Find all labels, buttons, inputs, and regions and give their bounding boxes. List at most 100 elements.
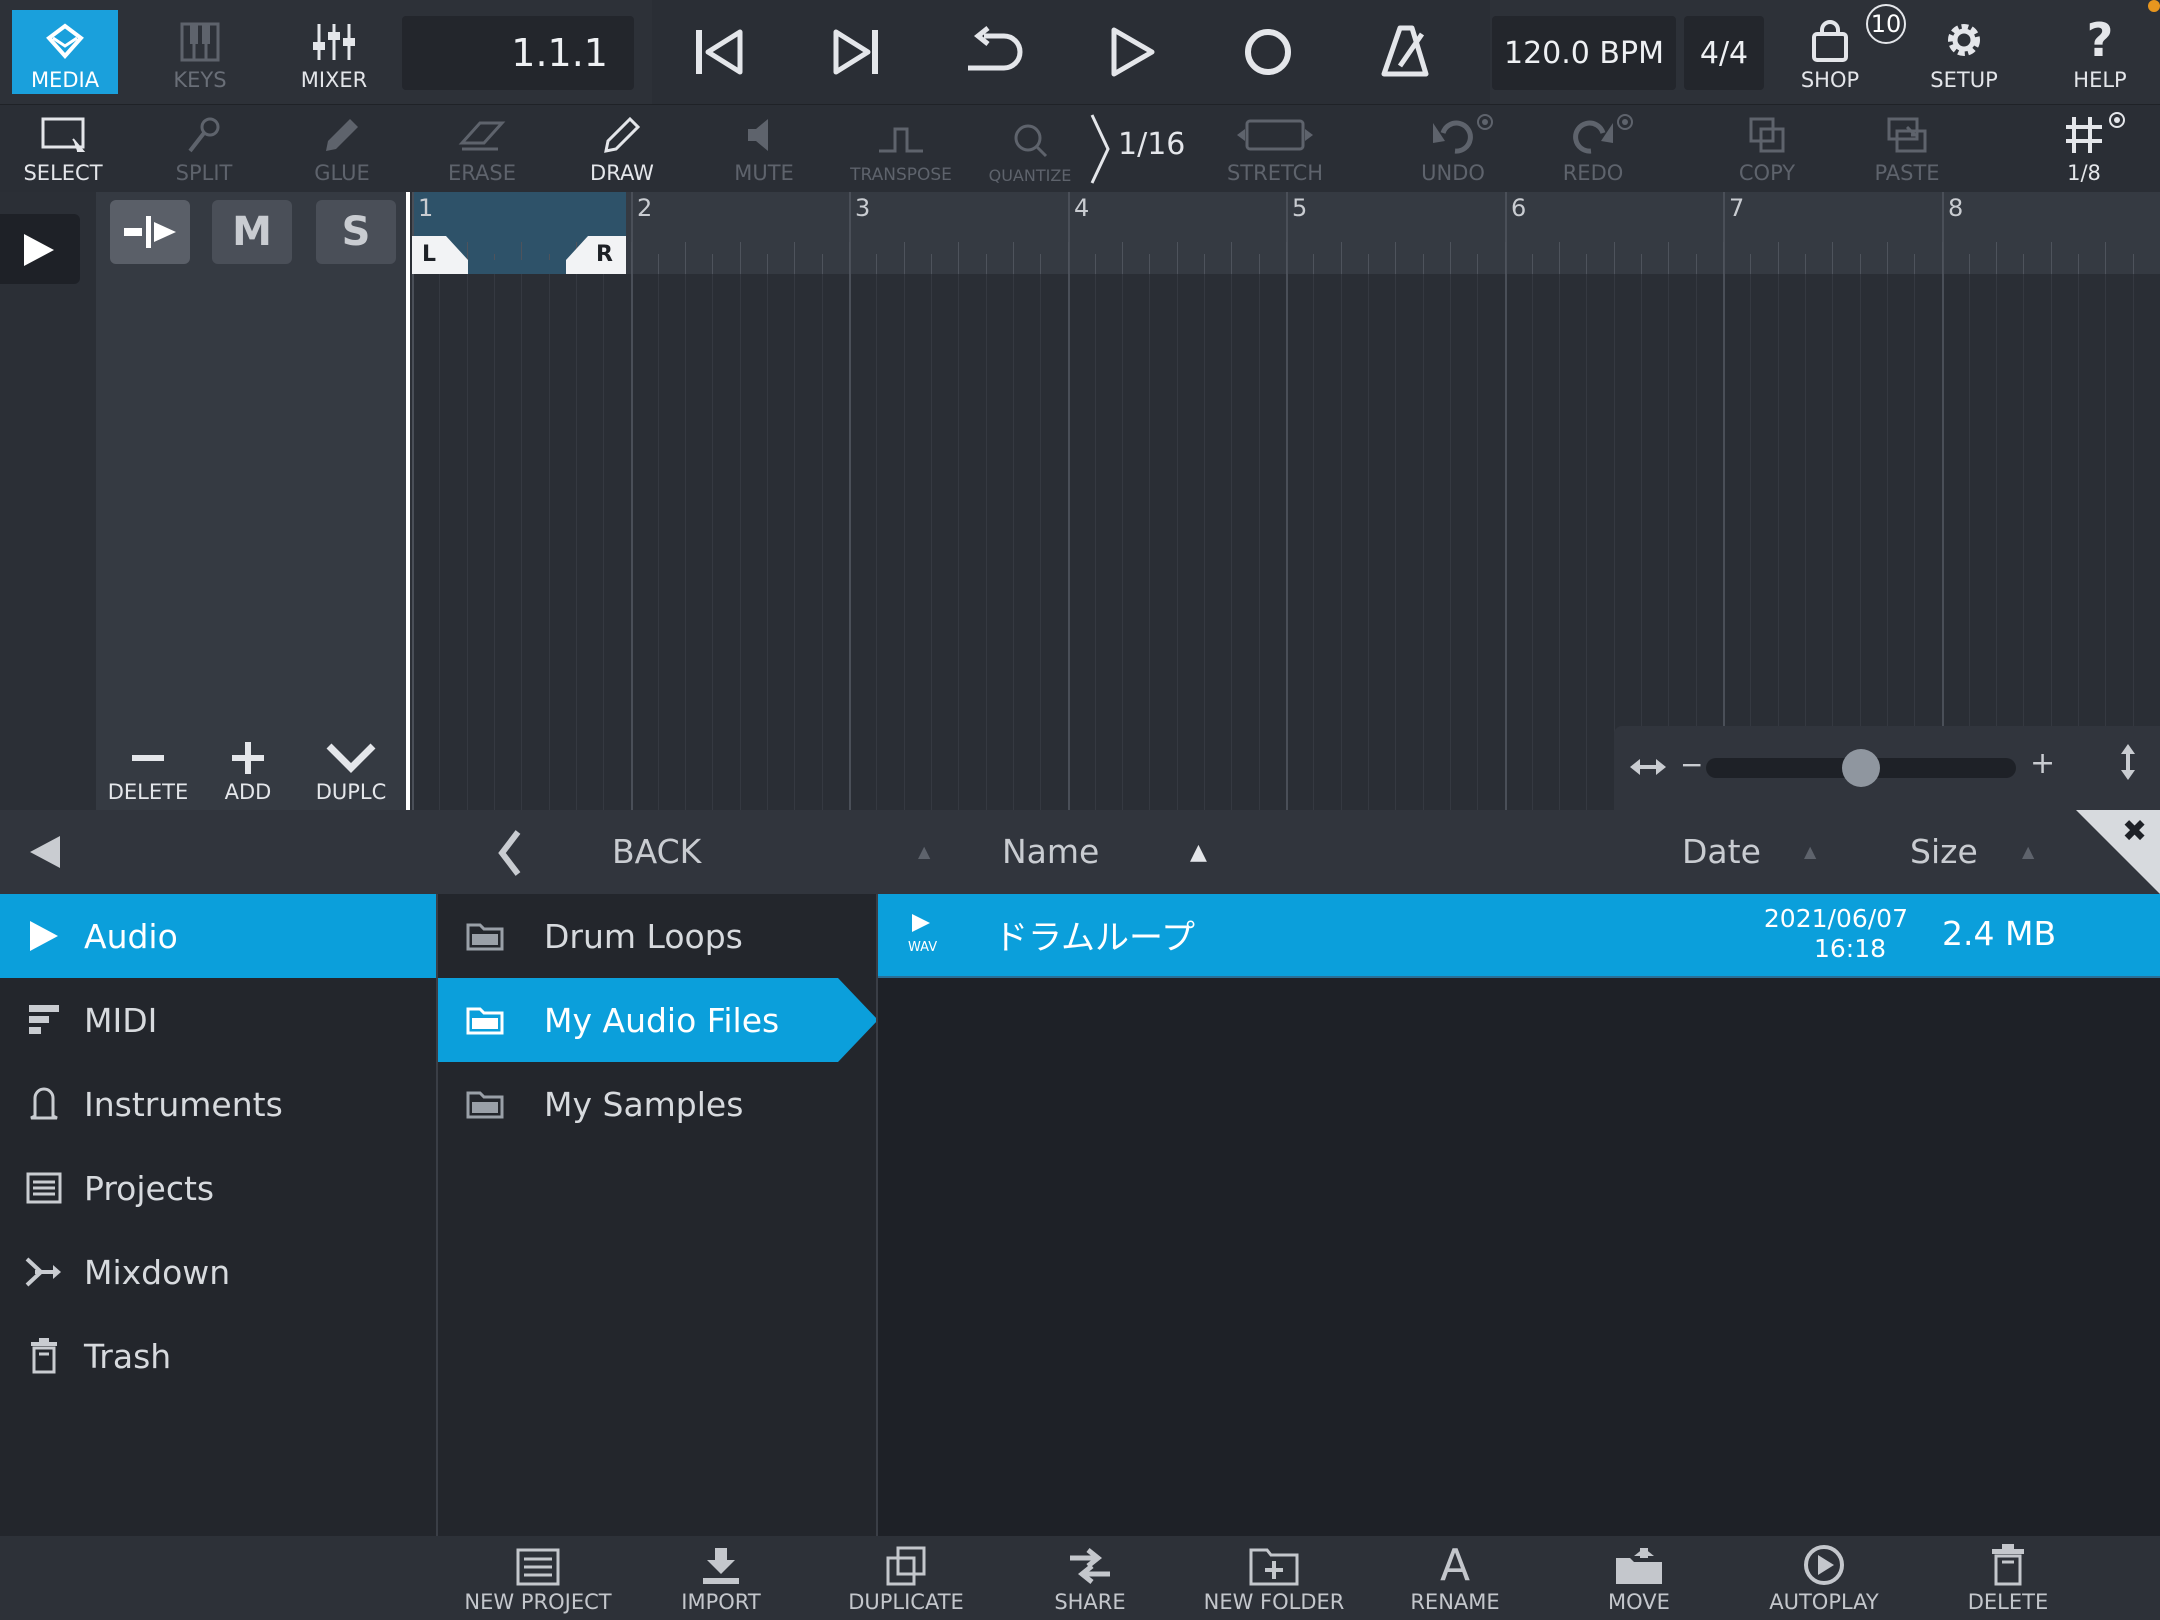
collapse-browser-icon[interactable] [26, 834, 62, 870]
mute-tool[interactable]: MUTE [710, 105, 818, 193]
back-chevron-icon[interactable] [494, 828, 524, 878]
beat-line [1368, 274, 1369, 810]
category-projects[interactable]: Projects [0, 1146, 436, 1230]
share-button[interactable]: SHARE [1040, 1536, 1140, 1620]
folder-my-audio-files[interactable]: My Audio Files [438, 978, 838, 1062]
rename-button[interactable]: A RENAME [1400, 1536, 1510, 1620]
bell-icon [22, 1086, 66, 1122]
move-button[interactable]: MOVE [1586, 1536, 1692, 1620]
transpose-tool[interactable]: TRANSPOSE [840, 105, 962, 193]
position-display[interactable]: 1.1.1 [402, 16, 634, 90]
loop-right-marker[interactable]: R [596, 242, 613, 267]
metronome-icon[interactable] [1380, 24, 1432, 80]
category-instruments[interactable]: Instruments [0, 1062, 436, 1146]
time-signature-display[interactable]: 4/4 [1684, 16, 1764, 90]
zoom-slider-knob[interactable] [1842, 749, 1880, 787]
ruler-tick [1505, 242, 1506, 274]
eraser-icon [458, 115, 506, 155]
name-column-header[interactable]: Name [1002, 832, 1099, 871]
redo-label: REDO [1562, 161, 1624, 185]
sort-name-icon[interactable]: ▲ [1190, 840, 1207, 865]
duplicate-track-button[interactable]: DUPLC [296, 722, 406, 810]
timeline[interactable]: 1 2 3 4 5 6 7 8 L R − + [406, 192, 2160, 810]
forward-to-end-icon[interactable] [828, 26, 884, 78]
category-audio[interactable]: Audio [0, 894, 436, 978]
folder-drum-loops[interactable]: Drum Loops [438, 894, 878, 978]
category-midi[interactable]: MIDI [0, 978, 436, 1062]
select-tool[interactable]: SELECT [0, 105, 126, 193]
autoplay-button[interactable]: AUTOPLAY [1756, 1536, 1892, 1620]
size-column-header[interactable]: Size [1910, 832, 1978, 871]
back-button[interactable]: BACK [612, 832, 701, 871]
beat-line [467, 274, 468, 810]
ruler-tick [2105, 242, 2106, 274]
glue-tool[interactable]: GLUE [288, 105, 396, 193]
sort-type-icon[interactable]: ▲ [918, 842, 930, 861]
tempo-display[interactable]: 120.0 BPM [1492, 16, 1676, 90]
ruler-tick [1423, 254, 1424, 274]
new-project-button[interactable]: NEW PROJECT [458, 1536, 618, 1620]
bar-line [412, 192, 414, 810]
file-row[interactable]: WAV ドラムループ 2021/06/07 16:18 2.4 MB [878, 894, 2160, 978]
play-icon[interactable] [1106, 26, 1158, 78]
delete-button[interactable]: DELETE [1958, 1536, 2058, 1620]
split-tool[interactable]: SPLIT [150, 105, 258, 193]
timeline-grid: 1 2 3 4 5 6 7 8 [412, 192, 2160, 810]
category-mixdown[interactable]: Mixdown [0, 1230, 436, 1314]
solo-button[interactable]: S [316, 200, 396, 264]
keys-button[interactable]: KEYS [150, 0, 250, 104]
zoom-out-icon[interactable]: − [1680, 748, 1703, 781]
zoom-in-icon[interactable]: + [2030, 746, 2055, 781]
duplicate-button[interactable]: DUPLICATE [840, 1536, 972, 1620]
track-list-toggle[interactable] [0, 214, 80, 284]
mixer-button[interactable]: MIXER [284, 0, 384, 104]
record-icon[interactable] [1242, 26, 1294, 78]
setup-button[interactable]: SETUP [1916, 0, 2012, 104]
mute-button[interactable]: M [212, 200, 292, 264]
zoom-slider[interactable] [1706, 749, 2016, 787]
rewind-icon[interactable] [692, 26, 748, 78]
folder-label: Drum Loops [544, 916, 743, 956]
ruler-tick [1477, 254, 1478, 274]
import-label: IMPORT [681, 1590, 761, 1614]
undo-history-icon[interactable] [1476, 113, 1494, 131]
close-browser-button[interactable]: ✖ [2076, 810, 2160, 894]
loop-left-marker[interactable]: L [422, 242, 436, 267]
horizontal-zoom-icon[interactable] [1628, 752, 1668, 782]
shop-label: SHOP [1800, 68, 1860, 92]
stretch-tool[interactable]: STRETCH [1220, 105, 1330, 193]
media-label: MEDIA [30, 68, 100, 92]
date-column-header[interactable]: Date [1682, 832, 1761, 871]
preview-play-icon[interactable] [910, 912, 932, 934]
delete-track-button[interactable]: DELETE [96, 722, 200, 810]
vertical-zoom-icon[interactable] [2118, 742, 2138, 782]
category-trash[interactable]: Trash [0, 1314, 436, 1398]
new-folder-button[interactable]: NEW FOLDER [1194, 1536, 1354, 1620]
help-button[interactable]: ? HELP [2052, 0, 2148, 104]
folder-icon [466, 921, 504, 951]
playhead[interactable] [406, 192, 410, 810]
loop-range-bar[interactable] [412, 236, 626, 274]
media-button[interactable]: MEDIA [12, 10, 118, 94]
paste-button[interactable]: PASTE [1854, 105, 1960, 193]
quantize-tool[interactable]: QUANTIZE [980, 105, 1080, 193]
sort-date-icon[interactable]: ▲ [1804, 842, 1816, 861]
redo-history-icon[interactable] [1616, 113, 1634, 131]
transpose-icon [877, 119, 925, 159]
erase-tool[interactable]: ERASE [428, 105, 536, 193]
grid-options-icon[interactable] [2108, 111, 2126, 129]
setup-label: SETUP [1930, 68, 1998, 92]
folder-my-samples[interactable]: My Samples [438, 1062, 878, 1146]
mixer-icon [311, 22, 357, 62]
sort-size-icon[interactable]: ▲ [2022, 842, 2034, 861]
draw-tool[interactable]: DRAW [568, 105, 676, 193]
track-input-button[interactable] [110, 200, 190, 264]
add-track-button[interactable]: ADD [200, 722, 296, 810]
ruler-tick [931, 254, 932, 274]
quantize-value[interactable]: 1/16 [1118, 127, 1185, 162]
loop-icon[interactable] [960, 26, 1030, 78]
close-icon: ✖ [2122, 814, 2148, 849]
import-button[interactable]: IMPORT [666, 1536, 776, 1620]
copy-button[interactable]: COPY [1714, 105, 1820, 193]
shop-button[interactable]: SHOP [1782, 0, 1878, 104]
